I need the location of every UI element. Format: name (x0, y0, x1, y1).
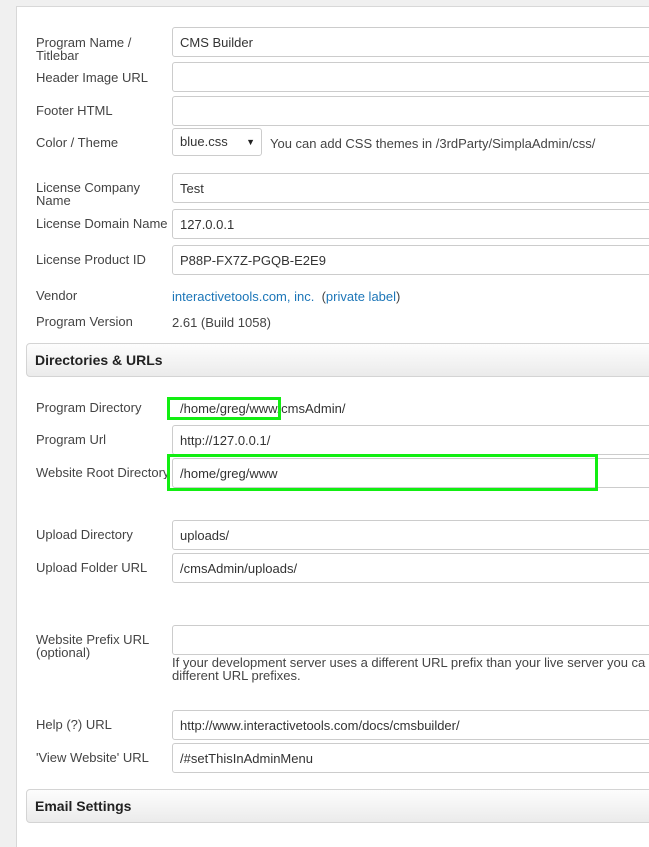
program-directory-highlight (167, 397, 281, 420)
website-prefix-hint-line2: different URL prefixes. (172, 668, 301, 683)
program-url-input[interactable] (172, 425, 649, 455)
footer-html-input[interactable] (172, 96, 649, 126)
upload-directory-input[interactable] (172, 520, 649, 550)
email-section-header[interactable]: Email Settings (26, 789, 649, 823)
license-product-label: License Product ID (36, 252, 146, 267)
license-domain-label: License Domain Name (36, 216, 168, 231)
license-domain-input[interactable] (172, 209, 649, 239)
header-image-url-label: Header Image URL (36, 70, 148, 85)
color-theme-select[interactable]: blue.css ▼ (172, 128, 262, 156)
help-url-input[interactable] (172, 710, 649, 740)
vendor-link[interactable]: interactivetools.com, inc. (172, 289, 314, 304)
header-image-url-input[interactable] (172, 62, 649, 92)
program-name-label: Program Name / Titlebar (36, 35, 132, 63)
private-label-link[interactable]: private label (326, 289, 396, 304)
chevron-down-icon: ▼ (246, 137, 255, 147)
license-company-label: License Company Name (36, 180, 141, 208)
program-directory-label: Program Directory (36, 400, 142, 415)
vendor-label: Vendor (36, 288, 78, 303)
upload-directory-label: Upload Directory (36, 527, 133, 542)
upload-folder-url-input[interactable] (172, 553, 649, 583)
website-prefix-hint: If your development server uses a differ… (172, 656, 649, 682)
website-prefix-label: Website Prefix URL (optional) (36, 632, 149, 660)
footer-html-label: Footer HTML (36, 103, 113, 118)
program-version-label: Program Version (36, 314, 133, 329)
website-prefix-input[interactable] (172, 625, 649, 655)
directories-section-header[interactable]: Directories & URLs (26, 343, 649, 377)
program-name-input[interactable] (172, 27, 649, 57)
vendor-value: interactivetools.com, inc. (private labe… (172, 289, 400, 304)
color-theme-label: Color / Theme (36, 135, 119, 150)
upload-folder-url-label: Upload Folder URL (36, 560, 148, 575)
color-theme-hint: You can add CSS themes in /3rdParty/Simp… (270, 136, 596, 151)
view-website-url-label: 'View Website' URL (36, 750, 149, 765)
view-website-url-input[interactable] (172, 743, 649, 773)
website-root-label: Website Root Directory (36, 466, 170, 479)
license-product-input[interactable] (172, 245, 649, 275)
program-version-value: 2.61 (Build 1058) (172, 315, 272, 330)
program-url-label: Program Url (36, 432, 107, 447)
color-theme-selected: blue.css (180, 134, 228, 149)
help-url-label: Help (?) URL (36, 717, 112, 732)
website-root-highlight (167, 454, 598, 491)
vendor-private-suffix: ) (396, 289, 401, 304)
license-company-input[interactable] (172, 173, 649, 203)
